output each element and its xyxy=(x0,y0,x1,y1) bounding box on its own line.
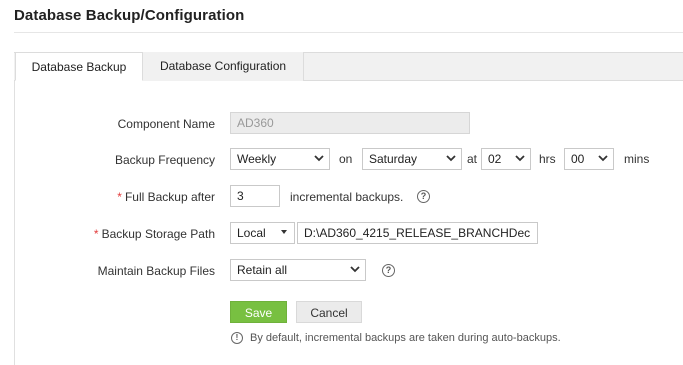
chevron-down-icon xyxy=(345,260,365,280)
page-title: Database Backup/Configuration xyxy=(14,7,245,24)
component-name-field: AD360 xyxy=(230,112,470,134)
storage-path-label: * Backup Storage Path xyxy=(94,227,215,241)
minute-select[interactable]: 00 xyxy=(564,148,614,170)
minute-value: 00 xyxy=(571,152,585,166)
tab-database-configuration[interactable]: Database Configuration xyxy=(143,52,304,81)
storage-location-value: Local xyxy=(237,226,266,240)
incremental-backups-label: incremental backups. xyxy=(290,190,404,204)
required-asterisk: * xyxy=(117,190,122,204)
full-backup-label-text: Full Backup after xyxy=(124,190,215,204)
chevron-down-icon xyxy=(309,149,329,169)
maintain-files-label: Maintain Backup Files xyxy=(97,264,215,278)
on-label: on xyxy=(339,152,353,166)
frequency-select[interactable]: Weekly xyxy=(230,148,330,170)
frequency-value: Weekly xyxy=(237,152,277,166)
hour-select[interactable]: 02 xyxy=(481,148,531,170)
maintain-files-select[interactable]: Retain all xyxy=(230,259,366,281)
chevron-down-icon xyxy=(593,149,613,169)
at-label: at xyxy=(467,152,478,166)
mins-label: mins xyxy=(624,152,650,166)
help-icon[interactable]: ? xyxy=(417,190,430,203)
chevron-down-icon xyxy=(510,149,530,169)
maintain-files-value: Retain all xyxy=(237,263,288,277)
day-select[interactable]: Saturday xyxy=(362,148,462,170)
title-divider xyxy=(14,32,683,33)
day-value: Saturday xyxy=(369,152,418,166)
storage-path-label-text: Backup Storage Path xyxy=(101,227,215,241)
backup-frequency-label: Backup Frequency xyxy=(114,153,215,167)
full-backup-label: * Full Backup after xyxy=(117,190,215,204)
tab-bar: Database Backup Database Configuration xyxy=(14,52,683,81)
storage-path-input[interactable]: D:\AD360_4215_RELEASE_BRANCHDec xyxy=(297,222,538,244)
info-icon: ! xyxy=(231,332,243,344)
save-button[interactable]: Save xyxy=(230,301,287,323)
component-name-label: Component Name xyxy=(117,117,215,131)
hrs-label: hrs xyxy=(539,152,556,166)
caret-down-icon xyxy=(274,223,294,243)
cancel-button[interactable]: Cancel xyxy=(296,301,362,323)
help-icon[interactable]: ? xyxy=(382,264,395,277)
required-asterisk: * xyxy=(93,227,99,241)
storage-location-select[interactable]: Local xyxy=(230,222,295,244)
full-backup-input[interactable]: 3 xyxy=(230,185,280,207)
tab-database-backup[interactable]: Database Backup xyxy=(15,52,143,81)
chevron-down-icon xyxy=(441,149,461,169)
hour-value: 02 xyxy=(488,152,502,166)
auto-backup-note: By default, incremental backups are take… xyxy=(250,332,561,344)
